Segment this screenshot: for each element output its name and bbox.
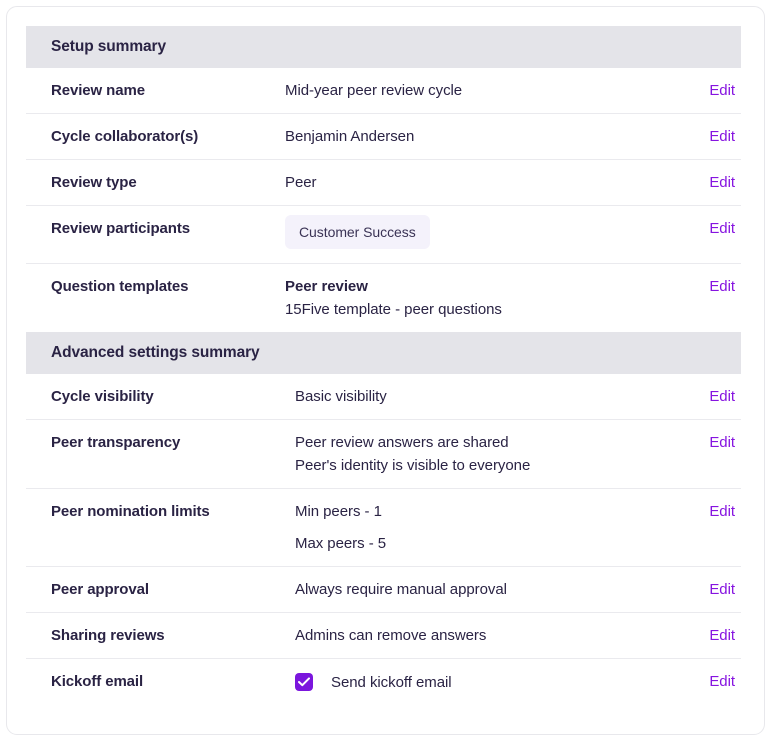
section-setup-summary: Setup summary Review name Mid-year peer …	[26, 26, 741, 332]
value-line-primary: Peer review	[285, 278, 368, 295]
edit-link-question-templates[interactable]: Edit	[685, 278, 741, 295]
edit-link-sharing-reviews[interactable]: Edit	[685, 627, 741, 644]
row-label: Review name	[51, 82, 145, 99]
edit-link-peer-approval[interactable]: Edit	[685, 581, 741, 598]
row-label: Peer nomination limits	[51, 503, 210, 520]
edit-link-kickoff-email[interactable]: Edit	[685, 673, 741, 690]
section-title: Setup summary	[51, 38, 166, 55]
row-label: Review participants	[51, 220, 190, 237]
value-line-secondary: 15Five template - peer questions	[285, 301, 502, 318]
row-label: Review type	[51, 174, 137, 191]
row-value: Customer Success	[285, 215, 685, 249]
section-title: Advanced settings summary	[51, 344, 260, 361]
row-value: Benjamin Andersen	[285, 128, 685, 145]
check-icon	[298, 677, 310, 687]
row-value: Send kickoff email	[295, 673, 685, 691]
send-kickoff-email-checkbox[interactable]	[295, 673, 313, 691]
row-value: Peer	[285, 174, 685, 191]
table-row-cycle-collaborators: Cycle collaborator(s) Benjamin Andersen …	[26, 114, 741, 160]
kickoff-email-checkbox-group: Send kickoff email	[295, 673, 685, 691]
table-row-peer-transparency: Peer transparency Peer review answers ar…	[26, 420, 741, 489]
table-row-review-name: Review name Mid-year peer review cycle E…	[26, 68, 741, 114]
value-line-primary: Peer review answers are shared	[295, 434, 509, 451]
table-row-kickoff-email: Kickoff email Send kickoff email Edit	[26, 659, 741, 705]
table-row-peer-approval: Peer approval Always require manual appr…	[26, 567, 741, 613]
value-line-max-peers: Max peers - 5	[295, 535, 387, 552]
edit-link-cycle-visibility[interactable]: Edit	[685, 388, 741, 405]
setup-summary-card: Setup summary Review name Mid-year peer …	[6, 6, 765, 735]
edit-link-review-name[interactable]: Edit	[685, 82, 741, 99]
edit-link-peer-transparency[interactable]: Edit	[685, 434, 741, 451]
section-header-advanced-settings: Advanced settings summary	[26, 332, 741, 374]
row-label: Peer transparency	[51, 434, 181, 451]
summary-table: Setup summary Review name Mid-year peer …	[26, 26, 741, 705]
row-value: Peer review answers are shared Peer's id…	[295, 434, 685, 474]
row-label: Kickoff email	[51, 673, 144, 690]
row-label: Cycle collaborator(s)	[51, 128, 199, 145]
value-line: Peer	[285, 174, 317, 191]
table-row-peer-nomination-limits: Peer nomination limits Min peers - 1 Max…	[26, 489, 741, 567]
value-line: Admins can remove answers	[295, 627, 487, 644]
row-value: Peer review 15Five template - peer quest…	[285, 278, 685, 318]
edit-link-cycle-collaborators[interactable]: Edit	[685, 128, 741, 145]
row-label: Sharing reviews	[51, 627, 165, 644]
table-row-sharing-reviews: Sharing reviews Admins can remove answer…	[26, 613, 741, 659]
row-value: Min peers - 1 Max peers - 5	[295, 503, 685, 552]
value-line: Benjamin Andersen	[285, 128, 415, 145]
edit-link-peer-nomination-limits[interactable]: Edit	[685, 503, 741, 520]
table-row-cycle-visibility: Cycle visibility Basic visibility Edit	[26, 374, 741, 420]
row-label: Question templates	[51, 278, 189, 295]
value-line-min-peers: Min peers - 1	[295, 503, 382, 520]
participant-group-chip: Customer Success	[285, 215, 430, 249]
table-row-review-participants: Review participants Customer Success Edi…	[26, 206, 741, 264]
edit-link-review-participants[interactable]: Edit	[685, 220, 741, 237]
row-label: Cycle visibility	[51, 388, 154, 405]
section-advanced-settings-summary: Advanced settings summary Cycle visibili…	[26, 332, 741, 705]
row-value: Mid-year peer review cycle	[285, 82, 685, 99]
row-value: Admins can remove answers	[295, 627, 685, 644]
row-value: Always require manual approval	[295, 581, 685, 598]
send-kickoff-email-label: Send kickoff email	[331, 673, 452, 691]
value-line-secondary: Peer's identity is visible to everyone	[295, 457, 531, 474]
row-value: Basic visibility	[295, 388, 685, 405]
table-row-question-templates: Question templates Peer review 15Five te…	[26, 264, 741, 332]
table-row-review-type: Review type Peer Edit	[26, 160, 741, 206]
edit-link-review-type[interactable]: Edit	[685, 174, 741, 191]
section-header-setup-summary: Setup summary	[26, 26, 741, 68]
value-line: Mid-year peer review cycle	[285, 82, 463, 99]
value-line: Basic visibility	[295, 388, 387, 405]
row-label: Peer approval	[51, 581, 149, 598]
value-line: Always require manual approval	[295, 581, 507, 598]
